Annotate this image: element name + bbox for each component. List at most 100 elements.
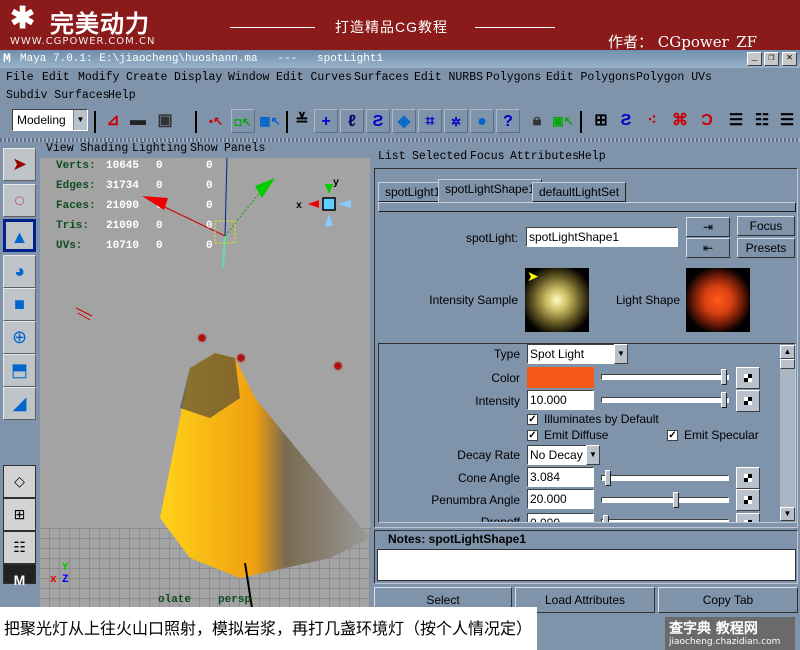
viewport-menu-show[interactable]: Show [190, 142, 218, 155]
outliner-layout-icon[interactable]: ☷ [3, 531, 36, 564]
menu-polygons[interactable]: Polygons [486, 71, 541, 84]
select-highlight-icon[interactable]: ▣↖ [551, 109, 575, 133]
curve-icon[interactable]: Ƨ [366, 109, 390, 133]
menu-set-selector[interactable]: Modeling ▼ [12, 109, 88, 131]
cone-angle-field[interactable]: 3.084 [527, 467, 594, 487]
tab-defaultlightset[interactable]: defaultLightSet [532, 182, 627, 202]
menu-edit[interactable]: Edit [42, 71, 70, 84]
map-dropoff-button[interactable] [736, 513, 760, 522]
tab-spotlightshape1[interactable]: spotLightShape1 [438, 179, 543, 203]
snap-point-icon[interactable]: ⁖ [640, 109, 664, 133]
select-hierarchy-icon[interactable]: ▪↖ [204, 109, 228, 133]
decay-rate-dropdown[interactable]: No Decay [527, 445, 587, 465]
volcano-mesh[interactable] [40, 158, 370, 608]
scroll-up-icon[interactable]: ▲ [780, 345, 795, 359]
paint-select-tool-icon[interactable]: ▲ [3, 219, 36, 252]
menu-window[interactable]: Window [228, 71, 269, 84]
save-icon[interactable]: ▣ [153, 109, 177, 133]
map-cone-angle-button[interactable] [736, 467, 760, 489]
color-slider-track[interactable] [601, 374, 729, 380]
rotate-tool-icon[interactable]: ■ [3, 288, 36, 321]
new-scene-icon[interactable]: ⊿ [101, 109, 125, 133]
menu-modify[interactable]: Modify [78, 71, 119, 84]
select-object-icon[interactable]: ◘↖ [231, 109, 255, 133]
lattice-icon[interactable]: ⌗ [418, 109, 442, 133]
illuminates-default-checkbox[interactable]: ✓ [527, 414, 538, 425]
dropoff-slider-thumb[interactable] [603, 515, 609, 522]
snap-grid-icon[interactable]: ⊞ [589, 109, 613, 133]
minimize-button[interactable]: _ [747, 52, 762, 66]
surface-icon[interactable]: ◈ [392, 109, 416, 133]
type-dropdown[interactable]: Spot Light [527, 344, 615, 364]
scale-tool-icon[interactable]: ⊕ [3, 321, 36, 354]
menu-edit-polygons[interactable]: Edit Polygons [546, 71, 636, 84]
penumbra-slider-thumb[interactable] [673, 492, 679, 508]
ae-menu-attributes[interactable]: Attributes [510, 150, 579, 163]
attribute-editor-icon[interactable]: ☰ [775, 109, 799, 133]
intensity-slider-thumb[interactable] [721, 392, 727, 408]
ae-menu-help[interactable]: Help [578, 150, 606, 163]
menu-display[interactable]: Display [174, 71, 222, 84]
open-folder-icon[interactable]: ▬ [126, 109, 150, 133]
menu-surfaces[interactable]: Surfaces [354, 71, 409, 84]
snap-curve-icon[interactable]: Ƨ [614, 109, 638, 133]
magnet-icon[interactable]: Ͻ [695, 109, 719, 133]
cone-angle-slider-track[interactable] [601, 475, 729, 481]
notes-textarea[interactable] [377, 549, 796, 581]
chevron-down-icon[interactable]: ▼ [586, 445, 600, 465]
color-swatch[interactable] [527, 367, 594, 388]
menu-create[interactable]: Create [126, 71, 167, 84]
intensity-slider-track[interactable] [601, 397, 729, 403]
channel-box-icon[interactable]: ☷ [750, 109, 774, 133]
penumbra-slider-track[interactable] [601, 497, 729, 503]
perspective-viewport[interactable]: Verts: 10645 0 0 Edges: 31734 0 0 Faces:… [40, 158, 370, 608]
render-settings-icon[interactable]: ☰ [724, 109, 748, 133]
light-shape-swatch[interactable] [686, 268, 750, 332]
node-name-field[interactable]: spotLightShape1 [526, 227, 678, 247]
viewport-menu-panels[interactable]: Panels [224, 142, 265, 155]
menu-edit-curves[interactable]: Edit Curves [276, 71, 352, 84]
input-connection-button[interactable]: ⇥ [686, 217, 730, 237]
chevron-down-icon[interactable]: ▼ [73, 110, 87, 130]
four-pane-layout-icon[interactable]: ⊞ [3, 498, 36, 531]
viewport-menu-lighting[interactable]: Lighting [132, 142, 187, 155]
select-component-icon[interactable]: ▦↖ [258, 109, 282, 133]
last-tool-icon[interactable]: ◢ [3, 387, 36, 420]
sphere-icon[interactable]: ● [470, 109, 494, 133]
cone-angle-slider-thumb[interactable] [604, 470, 611, 486]
focus-button[interactable]: Focus [737, 216, 795, 236]
presets-button[interactable]: Presets [737, 238, 795, 258]
menu-help[interactable]: Help [108, 89, 136, 102]
copy-tab-button[interactable]: Copy Tab [658, 587, 798, 613]
penumbra-angle-field[interactable]: 20.000 [527, 489, 594, 509]
restore-button[interactable]: ❐ [764, 52, 779, 66]
close-button[interactable]: ✕ [782, 52, 797, 66]
viewport-menu-view[interactable]: View [46, 142, 74, 155]
dropoff-slider-track[interactable] [601, 519, 729, 522]
chevron-down-icon[interactable]: ▼ [614, 344, 628, 364]
color-slider-thumb[interactable] [721, 369, 727, 385]
menu-edit-nurbs[interactable]: Edit NURBS [414, 71, 483, 84]
snap-toggle-icon[interactable]: ≚ [290, 109, 314, 133]
snap-view-icon[interactable]: ⌘ [668, 109, 692, 133]
lock-icon[interactable]: 🔒︎ [525, 109, 549, 133]
deformer-icon[interactable]: ✲ [444, 109, 468, 133]
ae-menu-list[interactable]: List [378, 150, 406, 163]
tab-spotlight1[interactable]: spotLight1 [378, 182, 448, 202]
emit-diffuse-checkbox[interactable]: ✓ [527, 430, 538, 441]
help-icon[interactable]: ? [496, 109, 520, 133]
move-tool-icon[interactable]: ◕ [3, 255, 36, 288]
map-intensity-button[interactable] [736, 390, 760, 412]
select-tool-icon[interactable]: ➤ [3, 148, 36, 181]
scroll-down-icon[interactable]: ▼ [780, 507, 795, 521]
menu-polygon-uvs[interactable]: Polygon UVs [636, 71, 712, 84]
map-color-button[interactable] [736, 367, 760, 389]
scrollbar-thumb[interactable] [780, 359, 795, 369]
manipulator-tool-icon[interactable]: ⬒ [3, 354, 36, 387]
dropoff-field[interactable]: 0.000 [527, 513, 594, 522]
joint-icon[interactable]: ℓ [340, 109, 364, 133]
plus-icon[interactable]: + [314, 109, 338, 133]
output-connection-button[interactable]: ⇤ [686, 238, 730, 258]
attribute-scrollbar[interactable]: ▲ ▼ [780, 345, 795, 521]
lasso-tool-icon[interactable]: ◌ [3, 184, 36, 217]
